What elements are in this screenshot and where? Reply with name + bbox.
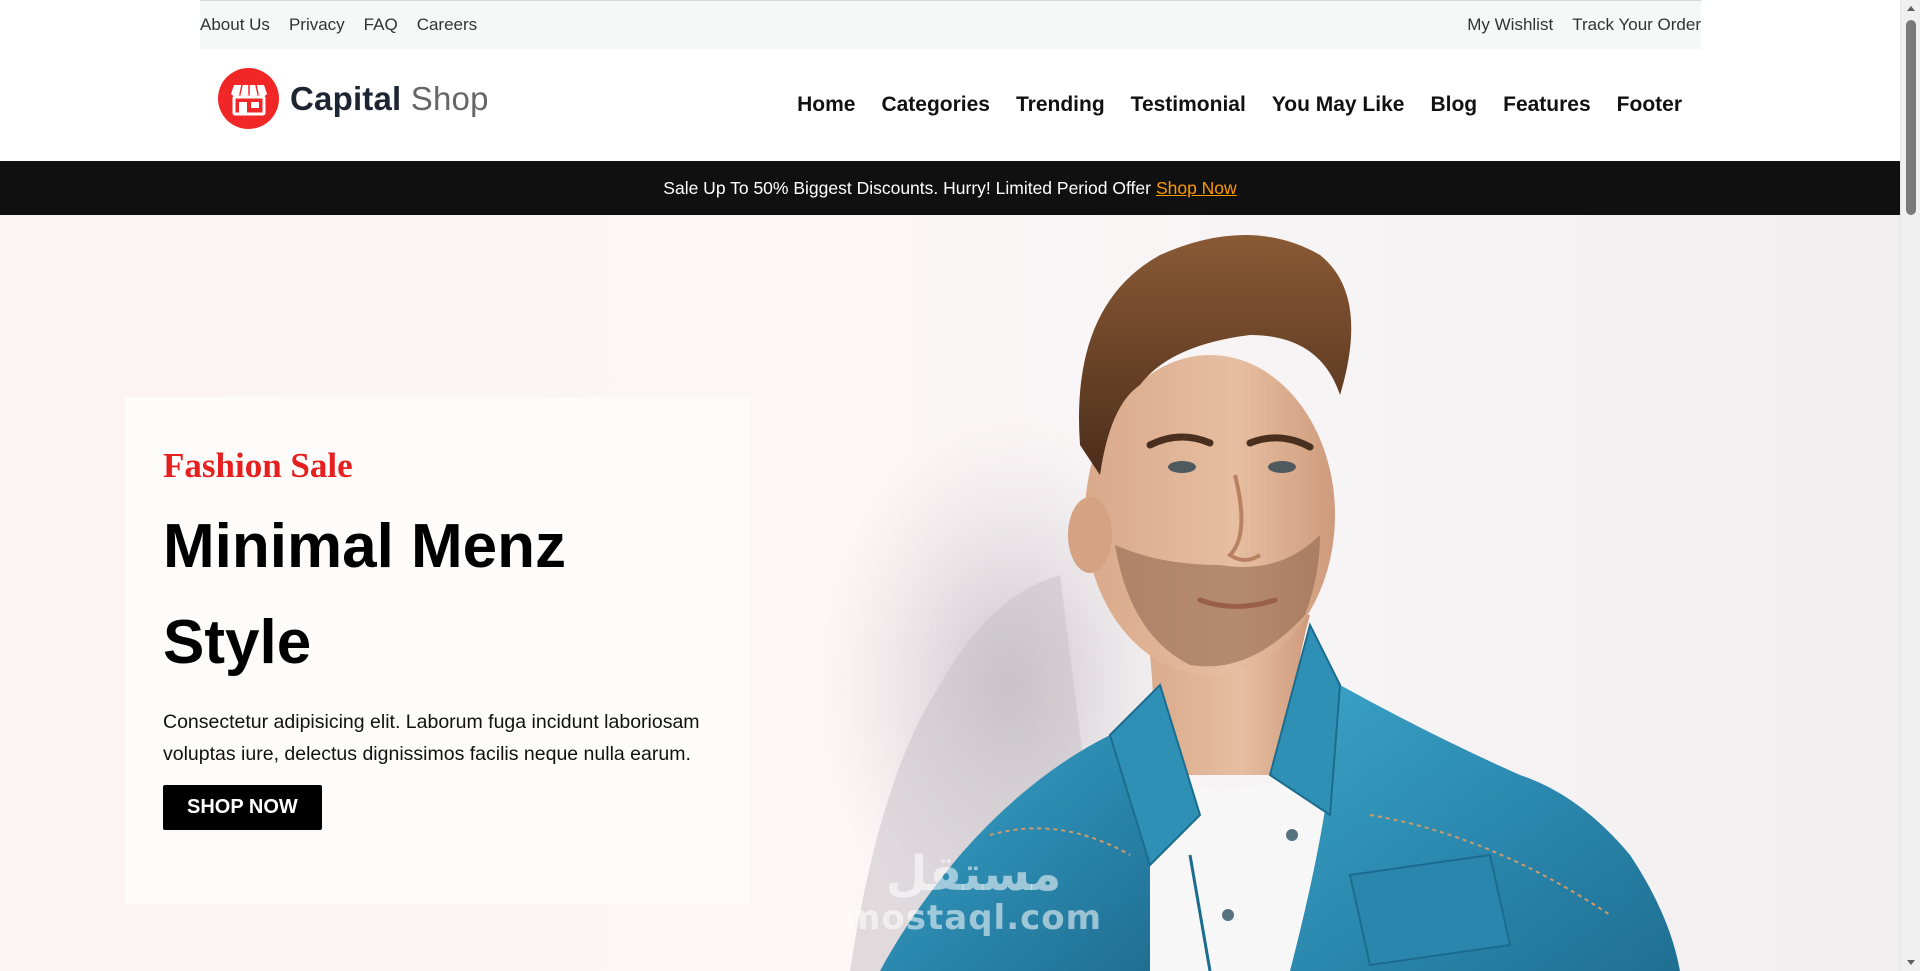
main-nav: Home Categories Trending Testimonial You… <box>797 93 1682 117</box>
hero-eyebrow: Fashion Sale <box>163 446 353 485</box>
logo-wordmark: Capital Shop <box>290 80 489 118</box>
vertical-scrollbar[interactable] <box>1900 0 1920 971</box>
top-link-about-us[interactable]: About Us <box>200 15 270 35</box>
site-header: Capital Shop Home Categories Trending Te… <box>0 49 1900 161</box>
nav-trending[interactable]: Trending <box>1016 93 1105 117</box>
store-icon <box>218 68 279 129</box>
nav-you-may-like[interactable]: You May Like <box>1272 93 1405 117</box>
watermark: مستقل mostaql.com <box>845 850 1102 938</box>
top-link-my-wishlist[interactable]: My Wishlist <box>1467 15 1553 35</box>
top-right-links: My Wishlist Track Your Order <box>1467 15 1701 35</box>
hero-promo-card: Fashion Sale Minimal Menz Style Consecte… <box>125 397 750 904</box>
nav-categories[interactable]: Categories <box>881 93 990 117</box>
scrollbar-thumb[interactable] <box>1906 20 1916 215</box>
watermark-latin: mostaql.com <box>845 898 1103 938</box>
scroll-up-arrow-icon[interactable] <box>1905 3 1917 15</box>
logo-word-shop: Shop <box>410 79 489 117</box>
promo-shop-now-link[interactable]: Shop Now <box>1156 178 1237 199</box>
watermark-arabic: مستقل <box>885 846 1062 902</box>
top-left-links: About Us Privacy FAQ Careers <box>200 15 477 35</box>
hero-description: Consectetur adipisicing elit. Laborum fu… <box>163 711 700 765</box>
site-logo[interactable]: Capital Shop <box>218 68 489 129</box>
nav-home[interactable]: Home <box>797 93 855 117</box>
scroll-down-arrow-icon[interactable] <box>1905 956 1917 968</box>
shop-now-button[interactable]: SHOP NOW <box>163 785 322 830</box>
page: About Us Privacy FAQ Careers My Wishlist… <box>0 0 1900 971</box>
top-link-track-order[interactable]: Track Your Order <box>1572 15 1701 35</box>
top-link-faq[interactable]: FAQ <box>364 15 398 35</box>
logo-word-capital: Capital <box>290 79 402 117</box>
hero-headline: Minimal Menz Style <box>163 512 567 677</box>
nav-features[interactable]: Features <box>1503 93 1591 117</box>
promo-banner: Sale Up To 50% Biggest Discounts. Hurry!… <box>0 161 1900 215</box>
top-utility-bar: About Us Privacy FAQ Careers My Wishlist… <box>200 0 1701 49</box>
top-link-careers[interactable]: Careers <box>417 15 477 35</box>
top-link-privacy[interactable]: Privacy <box>289 15 345 35</box>
nav-blog[interactable]: Blog <box>1430 93 1477 117</box>
nav-footer[interactable]: Footer <box>1617 93 1682 117</box>
promo-text: Sale Up To 50% Biggest Discounts. Hurry!… <box>663 177 1151 198</box>
nav-testimonial[interactable]: Testimonial <box>1131 93 1246 117</box>
